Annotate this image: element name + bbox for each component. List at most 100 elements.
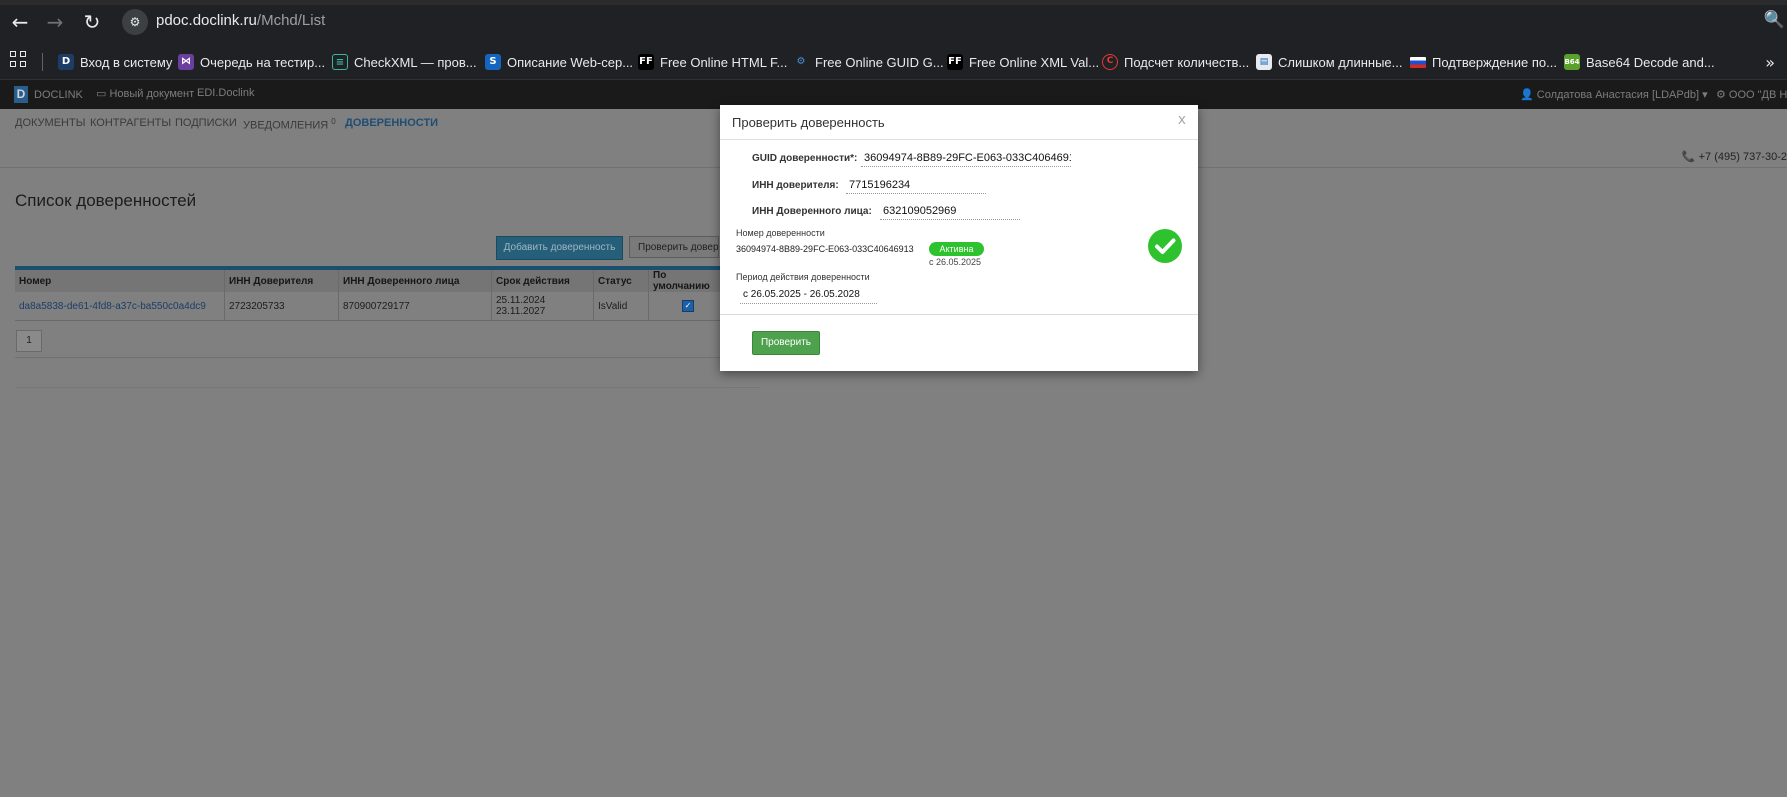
guid-input[interactable]: 36094974-8B89-29FC-E063-033C40646913 bbox=[861, 151, 1071, 167]
base64-icon: B64 bbox=[1564, 54, 1580, 70]
bookmark-label: CheckXML — пров... bbox=[354, 54, 477, 70]
tab-subscriptions[interactable]: ПОДПИСКИ bbox=[175, 117, 237, 129]
copyright-icon: C bbox=[1102, 54, 1118, 70]
bookmarks-bar: D Вход в систему ⋈ Очередь на тестир... ≡ C… bbox=[0, 44, 1787, 80]
status-badge: Активна bbox=[929, 242, 984, 256]
dialog-header: Проверить доверенность x bbox=[720, 105, 1198, 140]
row-valid-from: 25.11.2024 bbox=[496, 295, 546, 306]
bookmark-xml-validator[interactable]: FF Free Online XML Val... bbox=[947, 52, 1099, 72]
table-header-row: Номер ИНН Доверителя ИНН Доверенного лиц… bbox=[15, 270, 728, 292]
russian-flag-icon bbox=[1410, 56, 1426, 68]
period-label: Период действия доверенности bbox=[736, 272, 870, 282]
bookmark-label: Free Online XML Val... bbox=[969, 54, 1100, 70]
close-icon[interactable]: x bbox=[1178, 112, 1186, 128]
row-inn-agent: 870900729177 bbox=[338, 292, 492, 321]
bookmark-too-long[interactable]: ▤ Слишком длинные... bbox=[1256, 52, 1402, 72]
number-label: Номер доверенности bbox=[736, 228, 825, 238]
user-name: Солдатова Анастасия [LDAPdb] bbox=[1536, 89, 1700, 101]
user-menu[interactable]: 👤 Солдатова Анастасия [LDAPdb] ▾ bbox=[1520, 88, 1708, 101]
site-info-icon[interactable]: ⚙ bbox=[122, 9, 148, 35]
check-circle-icon bbox=[1148, 229, 1182, 263]
col-inn-agent[interactable]: ИНН Доверенного лица bbox=[338, 270, 492, 292]
tab-notifications-label: УВЕДОМЛЕНИЯ bbox=[243, 119, 329, 132]
edi-link[interactable]: EDI.Doclink bbox=[197, 87, 254, 99]
document-icon: ≡ bbox=[332, 54, 348, 70]
bookmark-label: Вход в систему bbox=[80, 54, 173, 70]
row-valid-to: 23.11.2027 bbox=[496, 306, 546, 317]
bookmark-count[interactable]: C Подсчет количеств... bbox=[1102, 52, 1249, 72]
page-title: Список доверенностей bbox=[15, 191, 197, 210]
bookmark-queue[interactable]: ⋈ Очередь на тестир... bbox=[178, 52, 325, 72]
bookmark-base64[interactable]: B64 Base64 Decode and... bbox=[1564, 52, 1715, 72]
tab-notifications[interactable]: УВЕДОМЛЕНИЯ 0 bbox=[243, 117, 336, 132]
powers-of-attorney-table: Номер ИНН Доверителя ИНН Доверенного лиц… bbox=[15, 270, 728, 321]
bookmark-label: Описание Web-сер... bbox=[507, 54, 634, 70]
doclink-favicon-icon: D bbox=[58, 54, 74, 70]
bookmark-label: Слишком длинные... bbox=[1278, 54, 1403, 70]
verify-poa-dialog: Проверить доверенность x GUID довереннос… bbox=[720, 105, 1198, 371]
bookmark-label: Очередь на тестир... bbox=[200, 54, 326, 70]
reload-icon[interactable]: ↻ bbox=[80, 10, 104, 34]
content-divider bbox=[15, 387, 760, 388]
address-bar[interactable]: pdoc.doclink.ru/Mchd/List bbox=[156, 12, 325, 29]
col-inn-principal[interactable]: ИНН Доверителя bbox=[224, 270, 339, 292]
bookmark-label: Подсчет количеств... bbox=[1124, 54, 1250, 70]
tab-strip bbox=[0, 0, 1787, 5]
tab-powers-of-attorney[interactable]: ДОВЕРЕННОСТИ bbox=[345, 117, 438, 129]
content-divider bbox=[15, 357, 760, 358]
add-power-of-attorney-button[interactable]: Добавить доверенность bbox=[496, 236, 623, 260]
bookmark-checkxml[interactable]: ≡ CheckXML — пров... bbox=[332, 52, 477, 72]
gear-icon: ⚙ bbox=[796, 56, 806, 67]
bookmark-html-formatter[interactable]: FF Free Online HTML F... bbox=[638, 52, 787, 72]
swagger-icon: S bbox=[485, 54, 501, 70]
more-bookmarks-icon[interactable]: » bbox=[1765, 53, 1775, 72]
bookmark-label: Free Online GUID G... bbox=[815, 54, 944, 70]
organization-name: ООО "ДВ Не bbox=[1728, 89, 1787, 101]
inn-principal-label: ИНН доверителя: bbox=[752, 180, 839, 191]
col-validity[interactable]: Срок действия bbox=[491, 270, 594, 292]
number-value: 36094974-8B89-29FC-E063-033C40646913 bbox=[736, 244, 914, 254]
col-status[interactable]: Статус bbox=[593, 270, 649, 292]
organization-menu[interactable]: ⚙ ООО "ДВ Не bbox=[1716, 88, 1787, 101]
window-icon: ▤ bbox=[1256, 54, 1272, 70]
bookmark-label: Base64 Decode and... bbox=[1586, 54, 1715, 70]
col-default[interactable]: По умолчанию bbox=[648, 270, 728, 292]
default-checkbox[interactable]: ✓ bbox=[682, 300, 694, 312]
row-number-link[interactable]: da8a5838-de61-4fd8-a37c-ba550c0a4dc9 bbox=[15, 292, 225, 321]
ff-icon: FF bbox=[638, 54, 654, 70]
tab-documents[interactable]: ДОКУМЕНТЫ bbox=[15, 117, 85, 129]
dialog-title: Проверить доверенность bbox=[732, 115, 885, 130]
visual-studio-icon: ⋈ bbox=[178, 54, 194, 70]
bookmark-guid-generator[interactable]: ⚙ Free Online GUID G... bbox=[793, 52, 944, 72]
tab-contractors[interactable]: КОНТРАГЕНТЫ bbox=[90, 117, 171, 129]
forward-icon[interactable]: → bbox=[43, 10, 67, 34]
bookmark-label: Подтверждение по... bbox=[1432, 54, 1557, 70]
bookmark-label: Free Online HTML F... bbox=[660, 54, 788, 70]
browser-toolbar: ← → ↻ ⚙ pdoc.doclink.ru/Mchd/List 🔍 bbox=[0, 0, 1787, 44]
page-1-button[interactable]: 1 bbox=[16, 330, 42, 352]
doclink-logo-icon[interactable]: D bbox=[14, 86, 28, 103]
verify-button[interactable]: Проверить bbox=[752, 331, 820, 355]
logo-text: DOCLINK bbox=[34, 89, 83, 101]
phone-number: +7 (495) 737-30-2 bbox=[1698, 151, 1787, 163]
phone-icon: 📞 bbox=[1681, 151, 1699, 163]
back-icon[interactable]: ← bbox=[8, 10, 32, 34]
apps-grid-icon[interactable] bbox=[10, 51, 28, 69]
user-icon: 👤 bbox=[1520, 89, 1537, 101]
document-icon: ▭ bbox=[96, 88, 110, 100]
inn-agent-input[interactable]: 632109052969 bbox=[880, 204, 1020, 220]
guid-label: GUID доверенности*: bbox=[752, 153, 858, 164]
new-document-link[interactable]: ▭ Новый документ bbox=[96, 87, 194, 100]
dialog-footer-divider bbox=[720, 314, 1198, 315]
col-number[interactable]: Номер bbox=[15, 270, 225, 292]
check-power-of-attorney-button[interactable]: Проверить довере bbox=[629, 236, 719, 258]
status-since: с 26.05.2025 bbox=[929, 257, 982, 267]
bookmark-confirmation[interactable]: Подтверждение по... bbox=[1410, 52, 1557, 72]
support-phone: 📞 +7 (495) 737-30-2 bbox=[1682, 150, 1787, 163]
zoom-icon[interactable]: 🔍 bbox=[1764, 10, 1785, 30]
bookmark-login[interactable]: D Вход в систему bbox=[58, 52, 172, 72]
inn-principal-input[interactable]: 7715196234 bbox=[846, 178, 986, 194]
table-row[interactable]: da8a5838-de61-4fd8-a37c-ba550c0a4dc9 272… bbox=[15, 292, 728, 321]
bookmark-web-services[interactable]: S Описание Web-сер... bbox=[485, 52, 633, 72]
row-default: ✓ bbox=[648, 292, 728, 321]
